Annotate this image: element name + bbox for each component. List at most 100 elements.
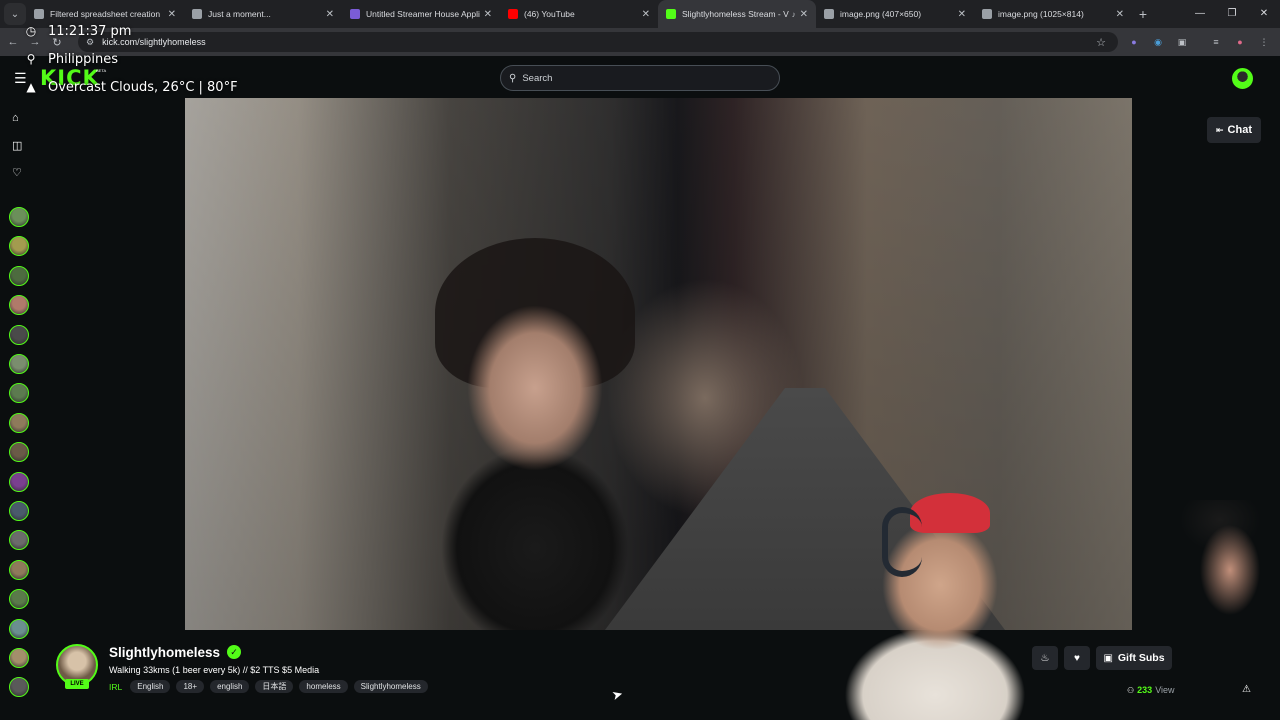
tab-favicon-icon	[666, 9, 676, 19]
channel-name[interactable]: Slightlyhomeless	[109, 645, 220, 660]
following-heart-icon[interactable]: ♡	[12, 166, 22, 179]
viewer-count-label: View	[1155, 685, 1175, 695]
tab-favicon-icon	[34, 9, 44, 19]
clock-time: 11:21:37 pm	[48, 23, 132, 39]
live-badge: LIVE	[65, 679, 89, 689]
tab-close-icon[interactable]: ✕	[484, 9, 492, 20]
close-window-icon[interactable]: ✕	[1248, 0, 1280, 28]
weather-row: ▲ Overcast Clouds, 26°C | 80°F	[22, 78, 238, 96]
followed-channel-avatar[interactable]	[9, 354, 29, 374]
reading-list-icon[interactable]: ≡	[1208, 34, 1224, 50]
extensions-puzzle-icon[interactable]: ▣	[1174, 34, 1190, 50]
gift-icon: ▣	[1103, 652, 1113, 664]
tab-title: image.png (1025×814)	[998, 9, 1084, 19]
followed-channel-avatar[interactable]	[9, 265, 29, 286]
tab-title: Slightlyhomeless Stream - V	[682, 9, 789, 19]
tab-close-icon[interactable]: ✕	[1116, 9, 1124, 20]
maximize-icon[interactable]: ❐	[1216, 0, 1248, 28]
verified-badge-icon: ✓	[227, 645, 241, 659]
chat-label: Chat	[1227, 124, 1252, 136]
user-avatar[interactable]	[1232, 68, 1253, 89]
stream-tag[interactable]: 日本語	[255, 680, 294, 693]
stream-tag[interactable]: Slightlyhomeless	[353, 680, 428, 693]
tab-favicon-icon	[982, 9, 992, 19]
tab-close-icon[interactable]: ✕	[168, 9, 176, 20]
minimize-icon[interactable]: —	[1184, 0, 1216, 28]
followed-channel-avatar[interactable]	[9, 383, 29, 404]
webcam-headphones	[882, 507, 922, 577]
followed-channel-avatar[interactable]	[9, 207, 29, 227]
new-tab-button[interactable]: +	[1132, 6, 1154, 22]
stream-tag[interactable]: 18+	[176, 680, 205, 693]
tab-title: (46) YouTube	[524, 9, 575, 19]
tag-list: English 18+ english 日本語 homeless Slightlyhome…	[130, 680, 433, 693]
browse-icon[interactable]: ◫	[12, 139, 22, 152]
category-link[interactable]: IRL	[109, 682, 122, 692]
viewer-count: ⚇ 233 View	[1127, 685, 1175, 695]
browser-tab[interactable]: image.png (1025×814) ✕	[974, 0, 1132, 28]
viewer-count-number: 233	[1137, 685, 1153, 695]
stream-tag[interactable]: english	[210, 680, 250, 693]
sidebar: ⌂ ◫ ♡	[0, 98, 38, 720]
profile-icon[interactable]: ●	[1232, 34, 1248, 50]
followed-channel-avatar[interactable]	[9, 530, 29, 551]
stream-tags: IRL English 18+ english 日本語 homeless Slightly…	[109, 680, 434, 693]
chat-toggle-button[interactable]: ⇤ Chat	[1207, 117, 1261, 143]
clock-row: ◷ 11:21:37 pm	[22, 22, 238, 40]
followed-channel-avatar[interactable]	[9, 324, 29, 345]
location-text: Philippines	[48, 51, 119, 67]
followed-channel-avatar[interactable]	[9, 677, 29, 698]
notification-bell-button[interactable]: ♨	[1032, 646, 1058, 670]
followed-channel-avatar[interactable]	[9, 412, 29, 433]
webcam-overlay-second	[1170, 500, 1280, 720]
browser-tab[interactable]: Slightlyhomeless Stream - V ♪ ✕	[658, 0, 816, 28]
report-warning-icon[interactable]: ⚠	[1242, 684, 1251, 695]
browser-tab[interactable]: image.png (407×650) ✕	[816, 0, 974, 28]
stream-tag[interactable]: English	[130, 680, 171, 693]
mouse-cursor-icon: ➤	[610, 685, 625, 704]
search-placeholder: Search	[522, 72, 553, 84]
followed-channel-avatar[interactable]	[9, 559, 29, 580]
tab-close-icon[interactable]: ✕	[326, 9, 334, 20]
vpn-extension-icon[interactable]: ◉	[1150, 34, 1166, 50]
tab-close-icon[interactable]: ✕	[800, 9, 808, 20]
window-controls: — ❐ ✕	[1184, 0, 1280, 28]
gift-subs-button[interactable]: ▣ Gift Subs	[1096, 646, 1172, 670]
viewers-icon: ⚇	[1127, 685, 1135, 695]
bookmark-star-icon[interactable]: ☆	[1096, 36, 1106, 49]
location-row: ⚲ Philippines	[22, 50, 238, 68]
followed-channel-avatar[interactable]	[9, 236, 29, 257]
followed-channel-avatar[interactable]	[9, 501, 29, 521]
followed-channel-avatar[interactable]	[9, 618, 29, 639]
followed-channel-avatar[interactable]	[9, 295, 29, 316]
bell-icon: ♨	[1040, 652, 1050, 664]
followed-channel-avatar[interactable]	[9, 648, 29, 668]
webcam-overlay	[820, 485, 1050, 720]
stream-overlay: ◷ 11:21:37 pm ⚲ Philippines ▲ Overcast C…	[22, 22, 238, 106]
home-icon[interactable]: ⌂	[12, 112, 19, 124]
browser-tab[interactable]: Untitled Streamer House Appli ✕	[342, 0, 500, 28]
back-icon[interactable]: ←	[4, 36, 22, 48]
location-pin-icon: ⚲	[26, 52, 36, 66]
tab-close-icon[interactable]: ✕	[642, 9, 650, 20]
browser-tab[interactable]: (46) YouTube ✕	[500, 0, 658, 28]
stream-title: Walking 33kms (1 beer every 5k) // $2 TT…	[109, 665, 320, 675]
thermometer-icon: ▲	[26, 80, 36, 94]
weather-text: Overcast Clouds, 26°C | 80°F	[48, 79, 238, 95]
heart-icon: ♥	[1074, 652, 1080, 664]
browser-menu-icon[interactable]: ⋮	[1256, 34, 1272, 50]
search-input[interactable]: ⚲ Search	[500, 65, 780, 91]
tab-close-icon[interactable]: ✕	[958, 9, 966, 20]
followed-channel-avatar[interactable]	[9, 589, 29, 610]
tab-favicon-icon	[350, 9, 360, 19]
extension-icon[interactable]: ●	[1126, 34, 1142, 50]
clock-icon: ◷	[25, 24, 37, 38]
follow-heart-button[interactable]: ♥	[1064, 646, 1090, 670]
tab-favicon-icon	[824, 9, 834, 19]
tab-audio-icon[interactable]: ♪	[792, 10, 796, 19]
stream-tag[interactable]: homeless	[299, 680, 348, 693]
followed-channel-avatar[interactable]	[9, 471, 29, 492]
followed-channel-avatar[interactable]	[9, 442, 29, 463]
tab-favicon-icon	[192, 9, 202, 19]
video-streamer	[405, 248, 665, 630]
